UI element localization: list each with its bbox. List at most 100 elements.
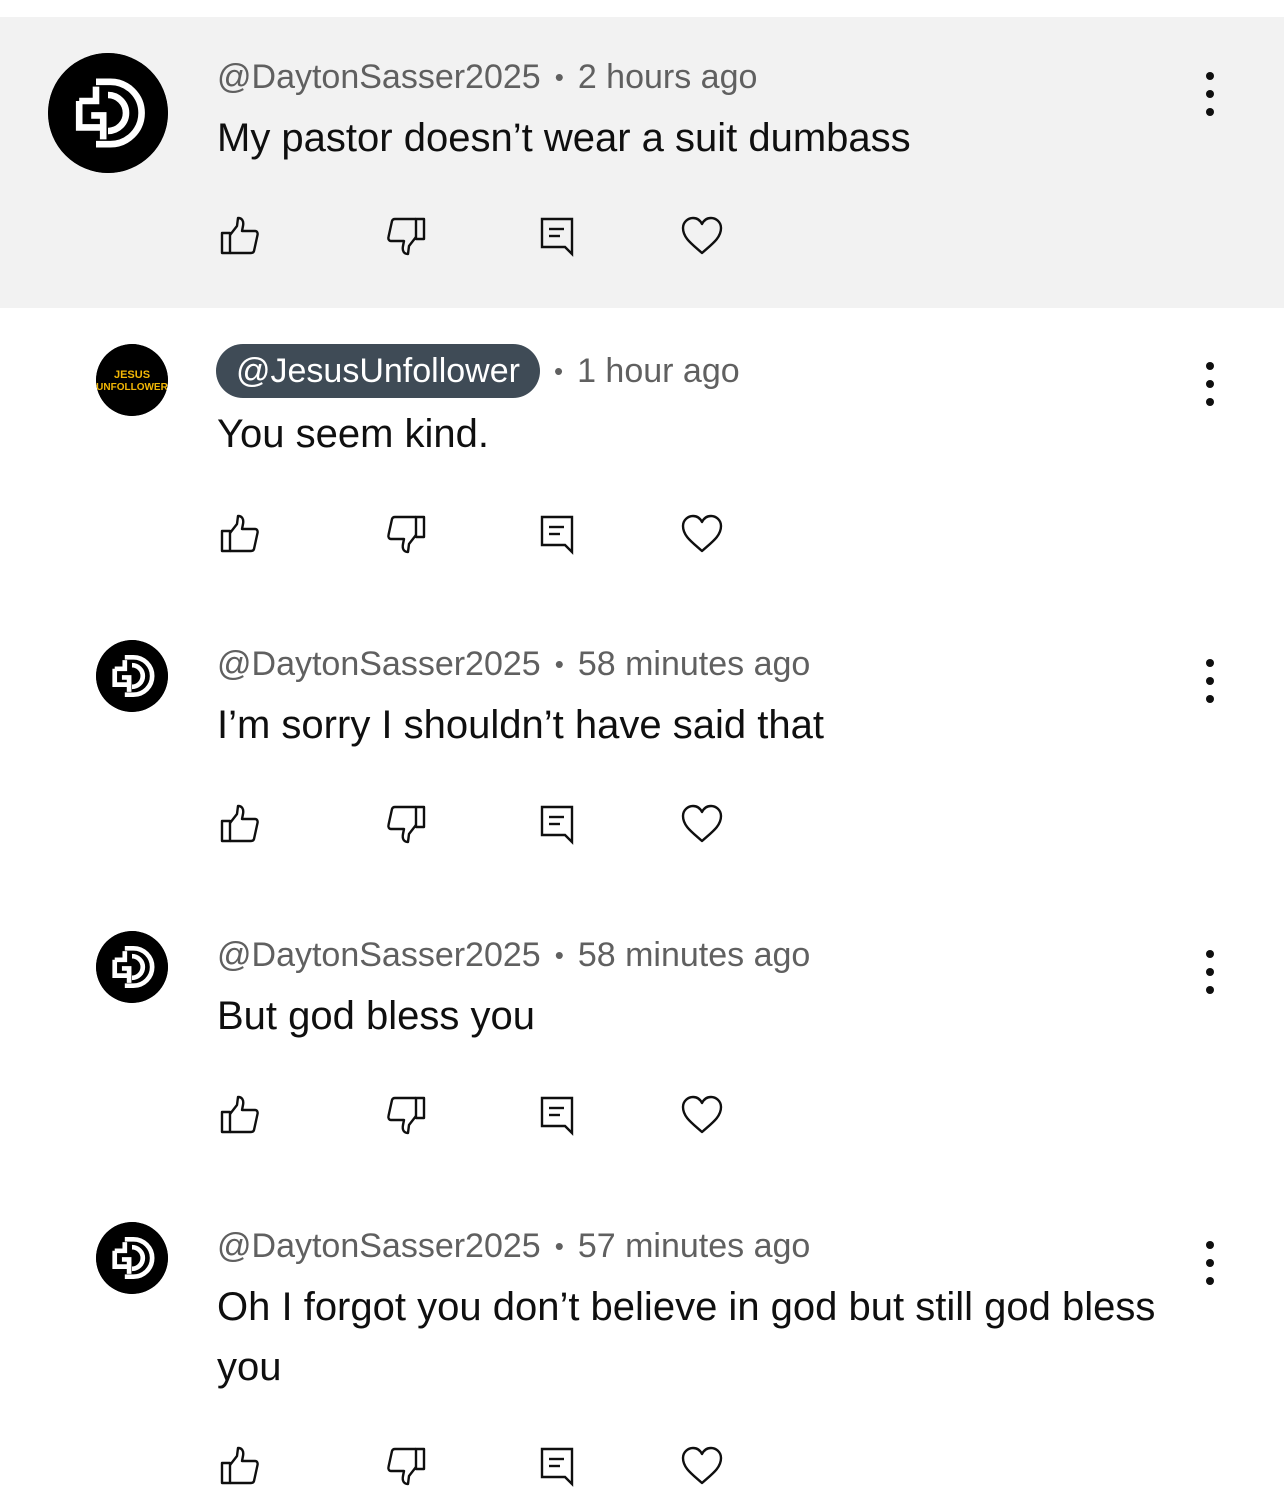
comment-actions — [217, 802, 737, 846]
svg-text:UNFOLLOWER: UNFOLLOWER — [96, 382, 168, 393]
like-button[interactable] — [217, 1444, 261, 1488]
dot — [1206, 1277, 1214, 1285]
dislike-button[interactable] — [385, 512, 429, 556]
comment-author[interactable]: @DaytonSasser2025 — [217, 58, 541, 97]
reply-button[interactable] — [535, 512, 579, 556]
thumbs-up-icon — [220, 216, 259, 255]
ds-logo-icon — [96, 640, 168, 712]
thumbs-down-icon — [387, 515, 426, 554]
comment-timestamp[interactable]: 58 minutes ago — [578, 936, 811, 975]
like-button[interactable] — [217, 512, 261, 556]
comment-meta: @DaytonSasser2025 • 2 hours ago — [217, 55, 757, 99]
reply-icon — [540, 217, 574, 257]
heart-icon — [681, 514, 723, 553]
dot — [1206, 398, 1214, 406]
reply-button[interactable] — [535, 802, 579, 846]
more-options-button[interactable] — [1190, 72, 1230, 116]
svg-text:JESUS: JESUS — [114, 369, 150, 381]
thumbs-up-icon — [220, 514, 259, 553]
dislike-button[interactable] — [385, 214, 429, 258]
heart-button[interactable] — [680, 802, 724, 846]
comment-item: @DaytonSasser2025 • 57 minutes ago Oh I … — [0, 1180, 1284, 1503]
comment-timestamp[interactable]: 1 hour ago — [577, 352, 740, 391]
thumbs-down-icon — [387, 805, 426, 844]
dot — [1206, 950, 1214, 958]
jesus-unfollower-logo: JESUS UNFOLLOWER — [96, 344, 168, 416]
comment-author-highlighted[interactable]: @JesusUnfollower — [216, 344, 540, 398]
ds-logo-icon — [96, 1222, 168, 1294]
comment-item: @DaytonSasser2025 • 58 minutes ago But g… — [0, 889, 1284, 1180]
meta-separator: • — [554, 1230, 564, 1261]
comment-author[interactable]: @DaytonSasser2025 — [217, 645, 541, 684]
more-options-button[interactable] — [1190, 362, 1230, 406]
dot — [1206, 380, 1214, 388]
dot — [1206, 1241, 1214, 1249]
dot — [1206, 968, 1214, 976]
comment-meta: @JesusUnfollower • 1 hour ago — [216, 344, 740, 398]
reply-button[interactable] — [535, 1444, 579, 1488]
like-button[interactable] — [217, 214, 261, 258]
avatar[interactable]: JESUS UNFOLLOWER — [96, 344, 168, 416]
reply-button[interactable] — [535, 1093, 579, 1137]
comment-actions — [217, 1093, 737, 1137]
dot — [1206, 362, 1214, 370]
dot — [1206, 677, 1214, 685]
comment-item: @DaytonSasser2025 • 58 minutes ago I’m s… — [0, 598, 1284, 889]
thumbs-up-icon — [220, 1446, 259, 1485]
thumbs-up-icon — [220, 1095, 259, 1134]
like-button[interactable] — [217, 1093, 261, 1137]
comment-text: Oh I forgot you don’t believe in god but… — [217, 1285, 1156, 1389]
dot — [1206, 695, 1214, 703]
ds-logo-icon — [48, 53, 168, 173]
comment-author[interactable]: @DaytonSasser2025 — [217, 1227, 541, 1266]
comment-timestamp[interactable]: 58 minutes ago — [578, 645, 811, 684]
avatar[interactable] — [96, 931, 168, 1003]
thumbs-down-icon — [387, 1096, 426, 1135]
meta-separator: • — [554, 61, 564, 92]
comment-meta: @DaytonSasser2025 • 58 minutes ago — [217, 642, 810, 686]
dot — [1206, 659, 1214, 667]
avatar[interactable] — [48, 53, 168, 173]
dislike-button[interactable] — [385, 802, 429, 846]
more-options-button[interactable] — [1190, 1241, 1230, 1285]
heart-button[interactable] — [680, 214, 724, 258]
reply-icon — [540, 515, 574, 555]
thumbs-up-icon — [220, 804, 259, 843]
like-button[interactable] — [217, 802, 261, 846]
comment-timestamp[interactable]: 2 hours ago — [578, 58, 758, 97]
comment-text: But god bless you — [217, 994, 535, 1038]
dislike-button[interactable] — [385, 1444, 429, 1488]
comment-actions — [217, 214, 737, 258]
comment-timestamp[interactable]: 57 minutes ago — [578, 1227, 811, 1266]
thumbs-down-icon — [387, 217, 426, 256]
heart-icon — [681, 1095, 723, 1134]
comment-text: My pastor doesn’t wear a suit dumbass — [217, 116, 911, 160]
comment-actions — [217, 1444, 737, 1488]
heart-button[interactable] — [680, 512, 724, 556]
comment-text: I’m sorry I shouldn’t have said that — [217, 703, 824, 747]
heart-button[interactable] — [680, 1093, 724, 1137]
more-options-button[interactable] — [1190, 950, 1230, 994]
meta-separator: • — [554, 648, 564, 679]
heart-icon — [681, 216, 723, 255]
ds-logo-icon — [96, 931, 168, 1003]
dot — [1206, 986, 1214, 994]
reply-icon — [540, 1096, 574, 1136]
heart-icon — [681, 1446, 723, 1485]
avatar[interactable] — [96, 1222, 168, 1294]
more-options-button[interactable] — [1190, 659, 1230, 703]
dot — [1206, 90, 1214, 98]
heart-button[interactable] — [680, 1444, 724, 1488]
dot — [1206, 108, 1214, 116]
reply-icon — [540, 1447, 574, 1487]
dot — [1206, 1259, 1214, 1267]
comment-meta: @DaytonSasser2025 • 57 minutes ago — [217, 1224, 810, 1268]
dislike-button[interactable] — [385, 1093, 429, 1137]
reply-button[interactable] — [535, 214, 579, 258]
comment-meta: @DaytonSasser2025 • 58 minutes ago — [217, 933, 810, 977]
comment-item: JESUS UNFOLLOWER @JesusUnfollower • 1 ho… — [0, 308, 1284, 598]
meta-separator: • — [553, 355, 564, 386]
comment-item: @DaytonSasser2025 • 2 hours ago My pasto… — [0, 17, 1284, 308]
comment-author[interactable]: @DaytonSasser2025 — [217, 936, 541, 975]
avatar[interactable] — [96, 640, 168, 712]
